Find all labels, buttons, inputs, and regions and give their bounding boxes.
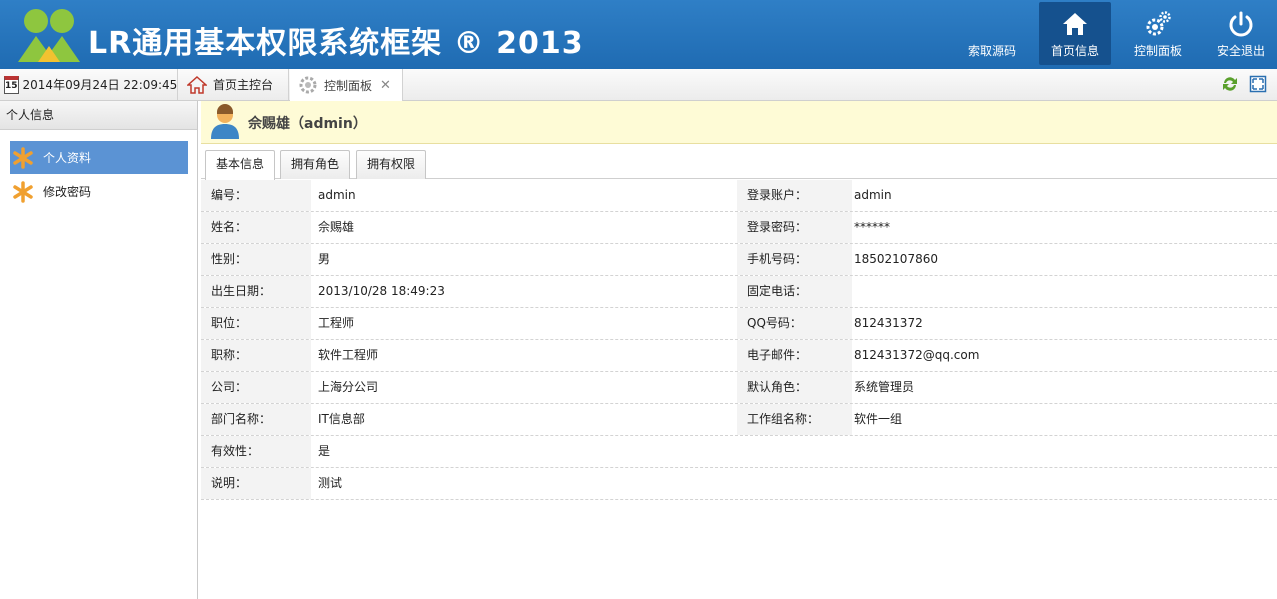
- main-content: 佘赐雄（admin） 基本信息 拥有角色 拥有权限 编号： admin 登录账户…: [201, 101, 1277, 599]
- field-value: ******: [854, 220, 890, 234]
- field-label: 职位：: [201, 308, 311, 339]
- detail-tabs: 基本信息 拥有角色 拥有权限: [201, 144, 1277, 180]
- nav-control-panel[interactable]: 控制面板: [1122, 2, 1194, 65]
- field-label: 手机号码：: [737, 244, 852, 275]
- sidebar-item-label: 修改密码: [43, 185, 92, 199]
- sidebar-item-label: 个人资料: [43, 151, 92, 165]
- table-row: 职位： 工程师 QQ号码： 812431372: [201, 308, 1277, 340]
- field-value: admin: [318, 188, 356, 202]
- field-label: 登录密码：: [737, 212, 852, 243]
- field-label: QQ号码：: [737, 308, 852, 339]
- field-value: 软件一组: [854, 412, 903, 426]
- home-icon: [1063, 13, 1087, 35]
- field-value: 2013/10/28 18:49:23: [318, 284, 445, 298]
- user-display-name: 佘赐雄（admin）: [248, 116, 367, 132]
- field-label: 电子邮件：: [737, 340, 852, 371]
- user-avatar-icon: [211, 104, 239, 139]
- nav-logout[interactable]: 安全退出: [1205, 2, 1277, 65]
- field-label: 默认角色：: [737, 372, 852, 403]
- table-row: 有效性： 是: [201, 436, 1277, 468]
- field-value: 测试: [318, 476, 343, 490]
- field-label: 工作组名称：: [737, 404, 852, 435]
- table-row: 职称： 软件工程师 电子邮件： 812431372@qq.com: [201, 340, 1277, 372]
- tab-control-panel[interactable]: 控制面板 ✕: [290, 69, 403, 101]
- power-icon: [1229, 11, 1253, 37]
- field-label: 公司：: [201, 372, 311, 403]
- info-table: 编号： admin 登录账户： admin 姓名： 佘赐雄 登录密码： ****…: [201, 180, 1277, 500]
- field-value: 18502107860: [854, 252, 938, 266]
- sidebar-item-change-password[interactable]: 修改密码: [10, 175, 188, 208]
- tab-owned-permissions[interactable]: 拥有权限: [356, 150, 426, 179]
- nav-label: 索取源码: [967, 44, 1016, 58]
- nav-home-info[interactable]: 首页信息: [1039, 2, 1111, 65]
- tab-owned-roles[interactable]: 拥有角色: [280, 150, 350, 179]
- nav-label: 安全退出: [1216, 44, 1265, 58]
- sidebar-header: 个人信息: [0, 101, 197, 130]
- top-nav: 索取源码 首页信息 控制面板 安全退出: [945, 2, 1277, 66]
- tab-label: 首页主控台: [213, 78, 274, 92]
- nav-get-source[interactable]: 索取源码: [956, 2, 1028, 65]
- nav-label: 控制面板: [1133, 44, 1182, 58]
- field-label: 登录账户：: [737, 180, 852, 211]
- field-value: 812431372: [854, 316, 923, 330]
- field-label: 出生日期：: [201, 276, 311, 307]
- table-row: 出生日期： 2013/10/28 18:49:23 固定电话：: [201, 276, 1277, 308]
- app-title: LR通用基本权限系统框架 ® 2013: [88, 26, 584, 61]
- field-label: 性别：: [201, 244, 311, 275]
- table-row: 性别： 男 手机号码： 18502107860: [201, 244, 1277, 276]
- field-value: 佘赐雄: [318, 220, 355, 234]
- two-users-logo-icon: [18, 9, 80, 62]
- house-icon: [187, 75, 207, 94]
- table-row: 说明： 测试: [201, 468, 1277, 500]
- field-value: 812431372@qq.com: [854, 348, 980, 362]
- field-label: 编号：: [201, 180, 311, 211]
- field-label: 固定电话：: [737, 276, 852, 307]
- gear-icon: [299, 76, 317, 94]
- asterisk-icon: [13, 180, 33, 203]
- sidebar: 个人信息 个人资料 修改密码: [0, 101, 198, 599]
- close-icon[interactable]: ✕: [380, 78, 391, 93]
- field-label: 说明：: [201, 468, 311, 499]
- table-row: 姓名： 佘赐雄 登录密码： ******: [201, 212, 1277, 244]
- refresh-icon[interactable]: [1221, 75, 1239, 93]
- field-value: 软件工程师: [318, 348, 379, 362]
- field-label: 部门名称：: [201, 404, 311, 435]
- nav-label: 首页信息: [1050, 44, 1099, 58]
- user-banner: 佘赐雄（admin）: [201, 101, 1277, 144]
- field-value: admin: [854, 188, 892, 202]
- field-value: 系统管理员: [854, 380, 915, 394]
- field-value: IT信息部: [318, 412, 365, 426]
- tab-home-console[interactable]: 首页主控台: [179, 69, 289, 100]
- tab-bar: 15 2014年09月24日 22:09:45 首页主控台 控制面板 ✕: [0, 69, 1277, 101]
- calendar-icon: 15: [4, 75, 19, 94]
- field-value: 男: [318, 252, 331, 266]
- sidebar-item-profile[interactable]: 个人资料: [10, 141, 188, 174]
- field-label: 有效性：: [201, 436, 311, 467]
- top-header: LR通用基本权限系统框架 ® 2013 索取源码 首页信息 控制面板 安全退出: [0, 0, 1277, 69]
- fullscreen-icon[interactable]: [1249, 75, 1267, 93]
- field-label: 职称：: [201, 340, 311, 371]
- field-value: 工程师: [318, 316, 355, 330]
- datetime-text: 2014年09月24日 22:09:45: [22, 78, 178, 92]
- toolbar-right: [1221, 75, 1267, 93]
- field-value: 上海分公司: [318, 380, 379, 394]
- asterisk-icon: [13, 146, 33, 169]
- table-row: 部门名称： IT信息部 工作组名称： 软件一组: [201, 404, 1277, 436]
- table-row: 编号： admin 登录账户： admin: [201, 180, 1277, 212]
- gears-icon: [1146, 11, 1171, 36]
- tab-label: 控制面板: [324, 78, 373, 93]
- tab-basic-info[interactable]: 基本信息: [205, 150, 275, 180]
- field-label: 姓名：: [201, 212, 311, 243]
- field-value: 是: [318, 444, 331, 458]
- datetime-display: 15 2014年09月24日 22:09:45: [0, 69, 178, 100]
- table-row: 公司： 上海分公司 默认角色： 系统管理员: [201, 372, 1277, 404]
